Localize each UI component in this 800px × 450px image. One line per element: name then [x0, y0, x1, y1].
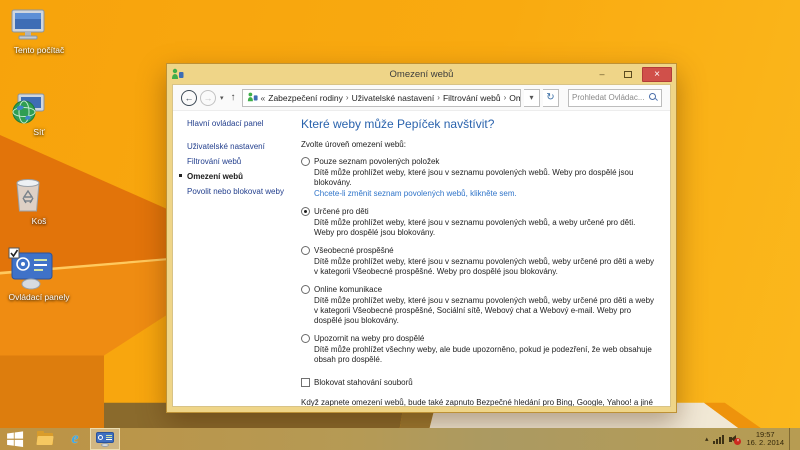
content-area: Hlavní ovládací panel Uživatelské nastav… [173, 111, 670, 406]
family-safety-icon [247, 92, 258, 103]
option-description: Dítě může prohlížet weby, které jsou v s… [314, 257, 655, 276]
computer-icon [8, 8, 70, 44]
up-button[interactable]: ↑ [228, 92, 239, 103]
desktop-icons: Tento počítač Síť Koš Ovládací panely [8, 8, 70, 316]
maximize-button[interactable] [616, 67, 640, 81]
active-item-bullet [179, 174, 182, 177]
option-online-communication: Online komunikace Dítě může prohlížet we… [301, 285, 656, 326]
navigation-bar: ← → ▾ ↑ « Zabezpečení rodiny › Uživatels… [173, 85, 670, 111]
clock-date: 16. 2. 2014 [746, 438, 784, 447]
sidebar-item-allow-block[interactable]: Povolit nebo blokovat weby [187, 187, 291, 196]
radio-button[interactable] [301, 285, 310, 294]
window-body: ← → ▾ ↑ « Zabezpečení rodiny › Uživatels… [172, 84, 671, 407]
search-input[interactable]: Prohledat Ovládac... [568, 88, 662, 107]
maximize-icon [624, 70, 632, 78]
breadcrumb-overflow[interactable]: « [261, 93, 266, 103]
search-icon [649, 93, 658, 102]
radio-button[interactable] [301, 157, 310, 166]
subheading: Zvolte úroveň omezení webů: [301, 140, 406, 149]
desktop-icon-recycle-bin[interactable]: Koš [8, 173, 70, 227]
control-panel-icon [8, 247, 70, 291]
option-label[interactable]: Pouze seznam povolených položek [314, 157, 439, 166]
desktop-icon-label: Koš [31, 216, 47, 226]
control-panel-icon [96, 431, 114, 447]
forward-button[interactable]: → [200, 89, 216, 106]
minimize-button[interactable]: – [590, 67, 614, 81]
radio-button[interactable] [301, 207, 310, 216]
folder-icon [36, 431, 54, 445]
chevron-right-icon: › [503, 93, 507, 102]
close-button[interactable]: × [642, 66, 672, 82]
option-designed-for-children: Určené pro děti Dítě může prohlížet weby… [301, 207, 656, 238]
titlebar[interactable]: Omezení webů – × [167, 64, 676, 84]
volume-muted-icon[interactable]: × [729, 434, 742, 445]
desktop-icon-control-panel[interactable]: Ovládací panely [8, 247, 70, 303]
desktop-icon-this-pc[interactable]: Tento počítač [8, 8, 70, 56]
safe-search-note: Když zapnete omezení webů, bude také zap… [301, 398, 653, 406]
option-label[interactable]: Všeobecné prospěšné [314, 246, 394, 255]
start-button[interactable] [0, 428, 30, 450]
internet-explorer-icon: e [71, 430, 79, 447]
radio-button[interactable] [301, 334, 310, 343]
sidebar-item-user-settings[interactable]: Uživatelské nastavení [187, 142, 291, 151]
breadcrumb-item[interactable]: Filtrování webů [443, 93, 501, 103]
block-downloads-row: Blokovat stahování souborů [301, 378, 656, 387]
option-description: Dítě může prohlížet weby, které jsou v s… [314, 296, 655, 325]
sidebar: Hlavní ovládací panel Uživatelské nastav… [173, 111, 291, 406]
mute-badge: × [734, 437, 742, 445]
option-allow-list-only: Pouze seznam povolených položek Dítě můž… [301, 157, 656, 199]
recycle-bin-icon [8, 173, 70, 215]
option-label[interactable]: Určené pro děti [314, 207, 369, 216]
desktop-icon-label: Síť [33, 126, 45, 137]
option-warn-adult: Upozornit na weby pro dospělé Dítě může … [301, 334, 656, 365]
desktop: Tento počítač Síť Koš Ovládací panely Om… [0, 0, 800, 450]
control-panel-window: Omezení webů – × ← → ▾ ↑ « Zabezpečení r… [166, 63, 677, 413]
sidebar-item-web-filtering[interactable]: Filtrování webů [187, 157, 291, 166]
option-label[interactable]: Upozornit na weby pro dospělé [314, 334, 424, 343]
main-panel: Které weby může Pepíček navštívit? Zvolt… [291, 111, 670, 406]
show-desktop-button[interactable] [789, 428, 794, 450]
network-globe-icon [8, 90, 70, 126]
history-dropdown-icon[interactable]: ▾ [219, 94, 225, 102]
system-tray: ▴ × 19:57 16. 2. 2014 [705, 428, 800, 450]
back-button[interactable]: ← [181, 89, 197, 106]
sidebar-item-web-restrictions[interactable]: Omezení webů [179, 172, 291, 181]
option-description: Dítě může prohlížet weby, které jsou v s… [314, 168, 634, 187]
network-signal-icon[interactable] [713, 434, 725, 444]
desktop-icon-network[interactable]: Síť [8, 90, 70, 138]
breadcrumb-item[interactable]: Omezení webů [509, 93, 520, 103]
option-description: Dítě může prohlížet weby, které jsou v s… [314, 218, 636, 237]
edit-allow-list-link[interactable]: Chcete-li změnit seznam povolených webů,… [314, 189, 656, 199]
option-description: Dítě může prohlížet všechny weby, ale bu… [314, 345, 652, 364]
control-panel-taskbar-button[interactable] [90, 428, 120, 450]
search-placeholder: Prohledat Ovládac... [572, 93, 645, 102]
internet-explorer-button[interactable]: e [60, 428, 90, 450]
address-dropdown-button[interactable]: ▾ [524, 88, 540, 107]
taskbar: e ▴ × 19:57 16. 2. 2014 [0, 428, 800, 450]
option-general-interest: Všeobecné prospěšné Dítě může prohlížet … [301, 246, 656, 277]
windows-logo-icon [6, 431, 23, 447]
file-explorer-button[interactable] [30, 428, 60, 450]
breadcrumb-item[interactable]: Uživatelské nastavení [352, 93, 435, 103]
checkbox-label[interactable]: Blokovat stahování souborů [314, 378, 413, 387]
page-title: Které weby může Pepíček navštívit? [301, 117, 495, 131]
chevron-right-icon: › [437, 93, 440, 102]
breadcrumb-item[interactable]: Zabezpečení rodiny [268, 93, 343, 103]
desktop-icon-label: Ovládací panely [8, 291, 70, 302]
sidebar-item-home[interactable]: Hlavní ovládací panel [187, 119, 291, 128]
taskbar-clock[interactable]: 19:57 16. 2. 2014 [746, 430, 784, 448]
option-label[interactable]: Online komunikace [314, 285, 382, 294]
chevron-right-icon: › [345, 93, 349, 102]
breadcrumb[interactable]: « Zabezpečení rodiny › Uživatelské nasta… [241, 88, 521, 107]
desktop-icon-label: Tento počítač [13, 45, 65, 55]
refresh-button[interactable]: ↻ [543, 88, 559, 107]
radio-button[interactable] [301, 246, 310, 255]
tray-overflow-icon[interactable]: ▴ [705, 435, 709, 443]
block-downloads-checkbox[interactable] [301, 378, 310, 387]
